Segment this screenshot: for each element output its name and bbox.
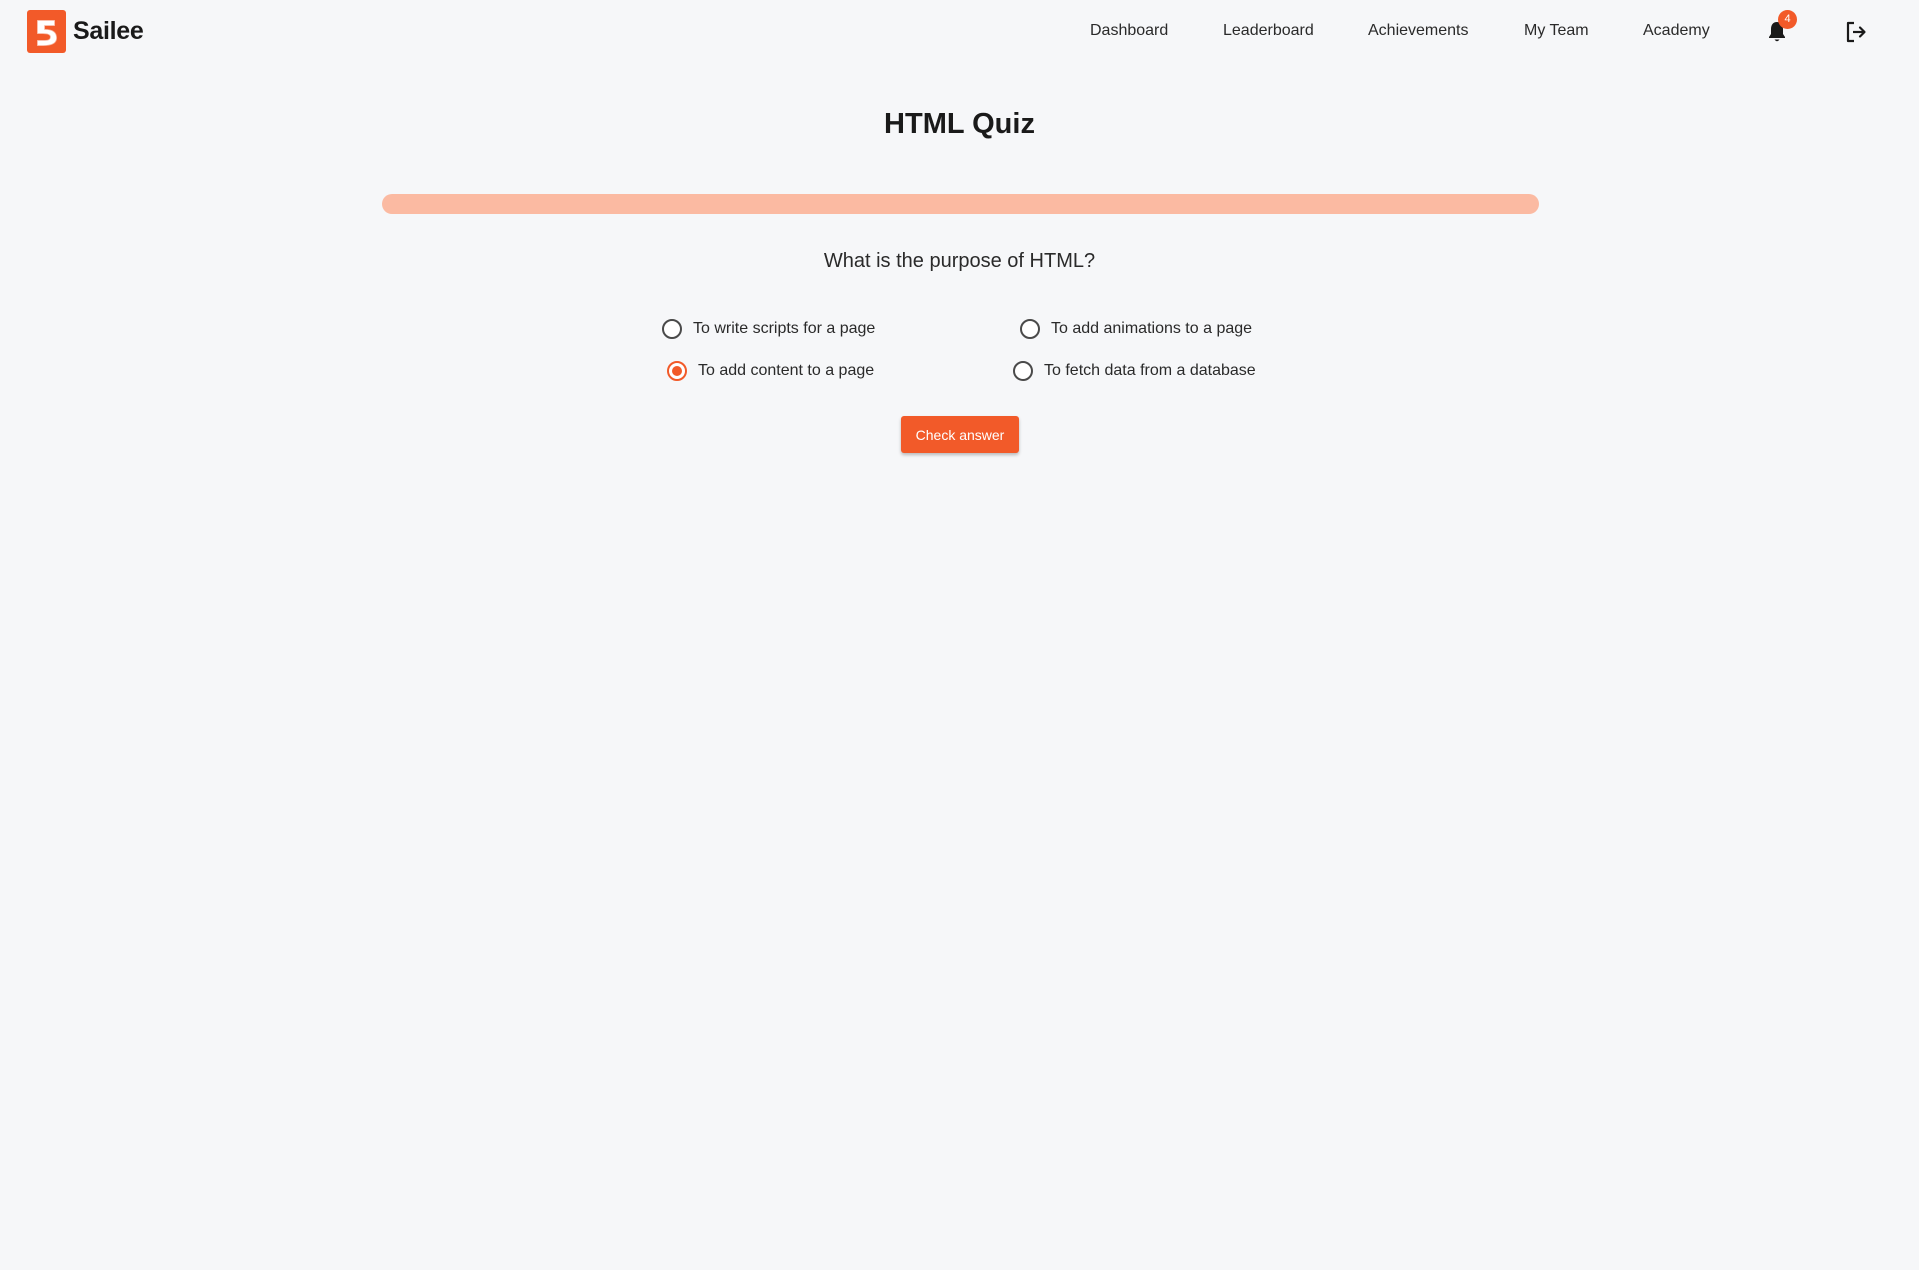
nav-link-my-team[interactable]: My Team xyxy=(1524,22,1589,40)
nav-link-leaderboard[interactable]: Leaderboard xyxy=(1223,22,1314,40)
answer-option-label: To add content to a page xyxy=(698,362,875,379)
answer-option-label: To write scripts for a page xyxy=(693,320,876,337)
nav-link-dashboard[interactable]: Dashboard xyxy=(1090,22,1168,40)
logout-icon[interactable] xyxy=(1843,19,1869,45)
radio-button[interactable] xyxy=(1020,319,1040,339)
notification-count-badge: 4 xyxy=(1778,10,1797,29)
answer-option-label: To fetch data from a database xyxy=(1044,362,1256,379)
answer-option-2[interactable]: To add animations to a page xyxy=(1020,319,1252,339)
answer-option-3[interactable]: To add content to a page xyxy=(667,361,874,381)
question-text: What is the purpose of HTML? xyxy=(823,250,1096,272)
nav-link-academy[interactable]: Academy xyxy=(1643,22,1710,40)
brand-logo[interactable]: Sailee xyxy=(27,10,144,53)
quiz-title: HTML Quiz xyxy=(884,108,1035,140)
logo-icon xyxy=(27,10,66,53)
check-answer-button[interactable]: Check answer xyxy=(901,416,1019,453)
answer-option-label: To add animations to a page xyxy=(1051,320,1253,337)
answer-option-4[interactable]: To fetch data from a database xyxy=(1013,361,1256,381)
top-navbar: Sailee Dashboard Leaderboard Achievement… xyxy=(0,0,1919,64)
quiz-progress-bar xyxy=(382,194,1539,214)
radio-button[interactable] xyxy=(662,319,682,339)
radio-button[interactable] xyxy=(1013,361,1033,381)
nav-link-achievements[interactable]: Achievements xyxy=(1368,22,1469,40)
answer-option-1[interactable]: To write scripts for a page xyxy=(662,319,875,339)
radio-button[interactable] xyxy=(667,361,687,381)
brand-name: Sailee xyxy=(73,17,144,45)
